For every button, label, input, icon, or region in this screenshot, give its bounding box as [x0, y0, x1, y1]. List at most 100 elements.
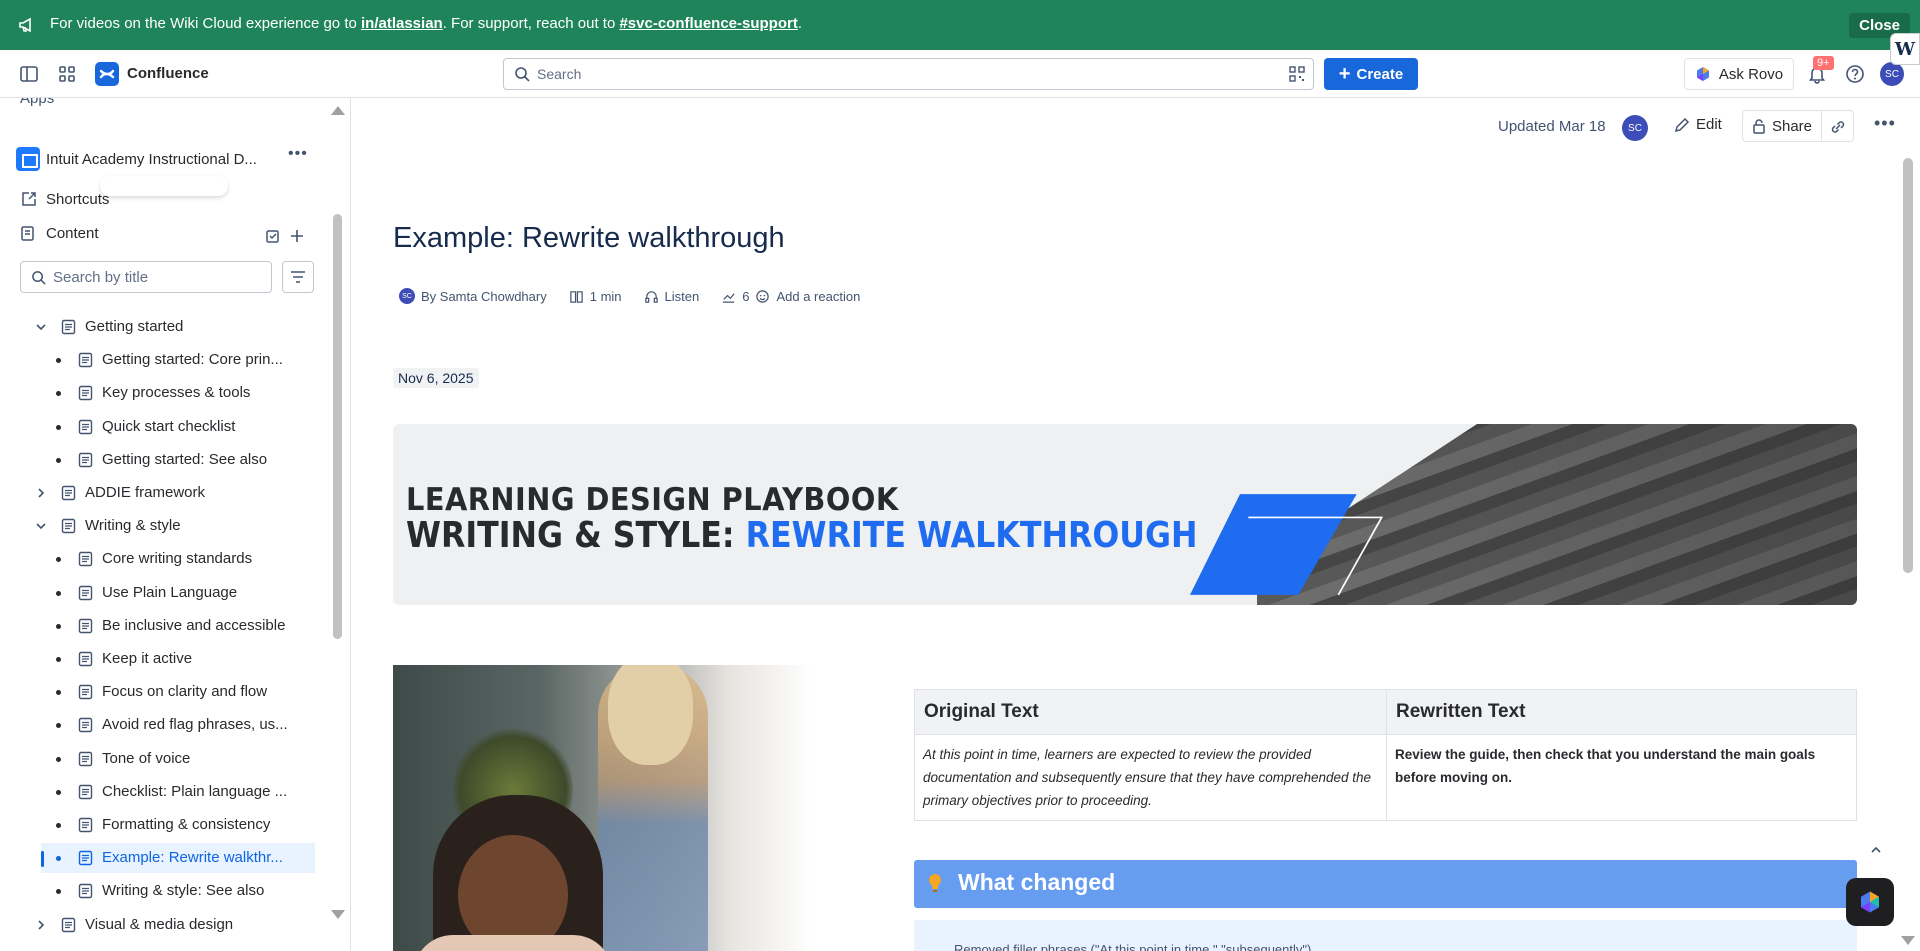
active-indicator [41, 851, 44, 867]
tree-item[interactable]: Tone of voice [0, 744, 330, 774]
hero-subheading: WRITING & STYLE: REWRITE WALKTHROUGH [406, 515, 1198, 556]
tree-item[interactable]: Getting started: See also [0, 445, 330, 475]
sidebar-scroll-down-icon[interactable] [331, 910, 345, 919]
bullet-icon [56, 591, 61, 596]
table-header: Original Text [914, 689, 1387, 735]
copy-link-button[interactable] [1822, 110, 1854, 142]
page-icon [78, 751, 93, 767]
page-icon [78, 585, 93, 601]
help-icon[interactable] [1845, 64, 1865, 84]
tree-item[interactable]: Getting started [0, 312, 330, 342]
panel-title: What changed [958, 869, 1116, 895]
shortcuts-link[interactable]: Shortcuts [20, 191, 109, 208]
author-name[interactable]: By Samta Chowdhary [421, 289, 547, 304]
page-content: Updated Mar 18 SC Edit Share ••• Example… [352, 98, 1920, 951]
share-button[interactable]: Share [1742, 110, 1822, 142]
content-section-header[interactable]: Content [20, 225, 99, 242]
tree-item[interactable]: Use Plain Language [0, 578, 330, 608]
sidebar-scrollbar[interactable] [333, 214, 342, 639]
chevron-right-icon[interactable] [34, 486, 48, 500]
more-actions-icon[interactable]: ••• [1874, 113, 1896, 134]
tree-item[interactable]: Writing & style: See also [0, 876, 330, 906]
tree-item[interactable]: Quick start checklist [0, 412, 330, 442]
search-input[interactable]: Search [503, 58, 1314, 90]
rovo-chat-button[interactable] [1846, 878, 1894, 926]
tree-item-label: Writing & style [85, 517, 181, 534]
headphones-icon [644, 290, 658, 303]
chevron-right-icon[interactable] [34, 918, 48, 932]
search-by-title-input[interactable]: Search by title [20, 261, 272, 293]
bullet-icon [56, 391, 61, 396]
tree-item[interactable]: Core writing standards [0, 544, 330, 574]
tree-item[interactable]: ADDIE framework [0, 478, 330, 508]
filter-icon [291, 271, 305, 283]
hero-heading: LEARNING DESIGN PLAYBOOK [406, 482, 899, 518]
space-more-icon[interactable]: ••• [288, 145, 308, 163]
filter-button[interactable] [282, 261, 314, 293]
create-button[interactable]: + Create [1324, 58, 1418, 90]
user-avatar[interactable]: SC [1880, 62, 1904, 86]
app-switcher-icon[interactable] [57, 64, 77, 84]
updated-date[interactable]: Updated Mar 18 [1498, 118, 1606, 135]
tree-item-label: Formatting & consistency [102, 816, 271, 833]
bullet-icon [56, 690, 61, 695]
add-content-icon[interactable] [289, 228, 305, 244]
table-header: Rewritten Text [1386, 689, 1857, 735]
extension-w-icon[interactable]: W [1890, 33, 1920, 65]
megaphone-icon [19, 17, 31, 33]
apps-link[interactable]: Apps [20, 98, 54, 107]
panel-body: Removed filler phrases ("At this point i… [914, 920, 1857, 951]
page-icon [78, 385, 93, 401]
contributor-avatar[interactable]: SC [1622, 115, 1648, 141]
search-by-title-placeholder: Search by title [53, 269, 149, 286]
tree-item-label: Checklist: Plain language ... [102, 783, 288, 800]
tree-item-label: Writing & style: See also [102, 882, 265, 899]
top-navigation: Confluence Search + Create Ask Rovo 9+ SC [0, 50, 1920, 98]
tree-item[interactable]: Focus on clarity and flow [0, 677, 330, 707]
page-icon [78, 618, 93, 634]
space-selector[interactable]: Intuit Academy Instructional D... [16, 145, 316, 173]
tree-item-label: Quick start checklist [102, 418, 236, 435]
tree-item[interactable]: Example: Rewrite walkthr... [41, 843, 315, 873]
main-scrollbar[interactable] [1903, 158, 1913, 573]
analytics-icon [723, 292, 735, 303]
tree-item[interactable]: Keep it active [0, 644, 330, 674]
add-reaction-button[interactable]: Add a reaction [776, 289, 860, 304]
product-name[interactable]: Confluence [127, 65, 209, 82]
ask-rovo-button[interactable]: Ask Rovo [1684, 58, 1794, 90]
tree-item[interactable]: Checklist: Plain language ... [0, 777, 330, 807]
edit-button[interactable]: Edit [1674, 116, 1722, 133]
tree-item-label: Visual & media design [85, 916, 234, 933]
main-scroll-down-icon[interactable] [1901, 936, 1915, 945]
tree-item[interactable]: Writing & style [0, 511, 330, 541]
author-avatar[interactable]: SC [399, 288, 415, 304]
tree-item[interactable]: Formatting & consistency [0, 810, 330, 840]
page-icon [78, 419, 93, 435]
book-icon [570, 290, 583, 303]
bullet-icon [56, 889, 61, 894]
view-count[interactable]: 6 [742, 289, 749, 304]
bullet-icon [56, 657, 61, 662]
chevron-down-icon[interactable] [34, 519, 48, 533]
sidebar-scroll-up-icon[interactable] [331, 106, 345, 115]
confluence-logo-icon[interactable] [95, 62, 119, 86]
lock-icon [1753, 119, 1765, 134]
rewritten-text-cell: Review the guide, then check that you un… [1386, 734, 1857, 821]
bullet-icon [56, 458, 61, 463]
atlassian-link[interactable]: in/atlassian [361, 15, 443, 32]
tree-item-label: Getting started [85, 318, 184, 335]
read-time: 1 min [589, 288, 622, 304]
support-channel-link[interactable]: #svc-confluence-support [619, 15, 797, 32]
tree-item[interactable]: Avoid red flag phrases, us... [0, 710, 330, 740]
qr-scan-icon[interactable] [1289, 66, 1305, 82]
create-from-template-icon[interactable] [265, 228, 281, 244]
sidebar-toggle-icon[interactable] [19, 64, 39, 84]
tree-item[interactable]: Key processes & tools [0, 378, 330, 408]
chevron-down-icon[interactable] [34, 320, 48, 334]
tree-item-label: Key processes & tools [102, 384, 251, 401]
tree-item[interactable]: Getting started: Core prin... [0, 345, 330, 375]
chevron-up-icon[interactable] [1869, 843, 1883, 857]
listen-button[interactable]: Listen [665, 289, 700, 304]
tree-item[interactable]: Be inclusive and accessible [0, 611, 330, 641]
tree-item[interactable]: Visual & media design [0, 910, 330, 940]
